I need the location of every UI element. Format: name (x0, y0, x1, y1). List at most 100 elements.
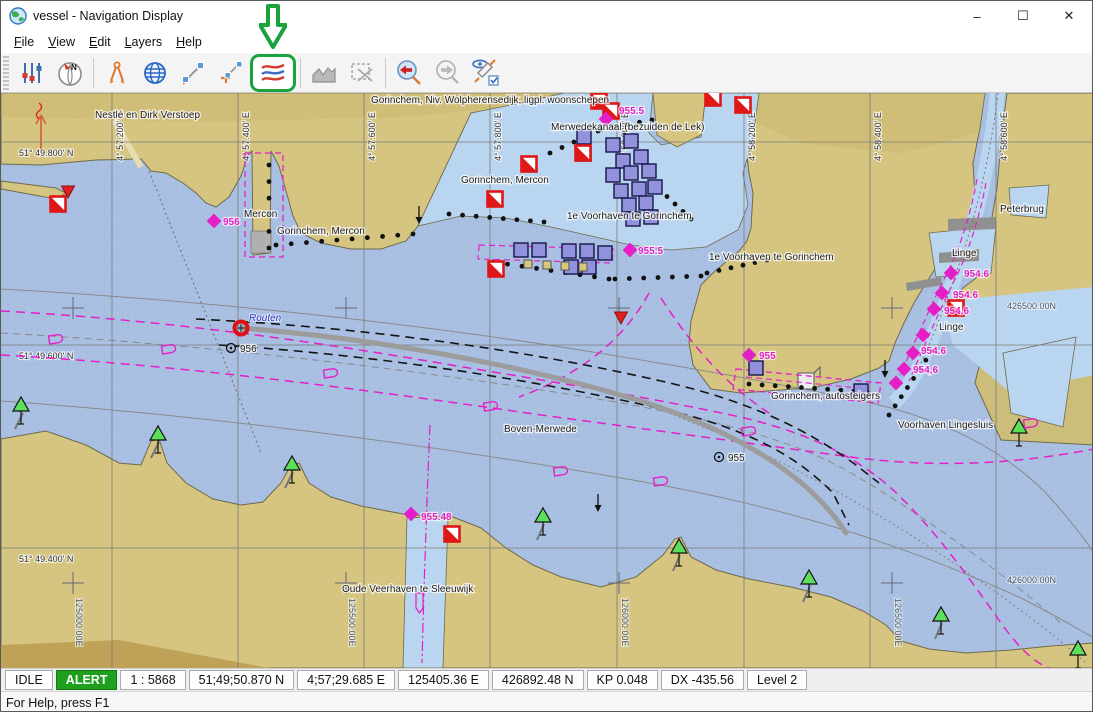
menu-layers[interactable]: Layers (118, 33, 170, 51)
measure-distance-icon (180, 60, 206, 86)
km-label: 954.6 (944, 306, 969, 317)
svg-text:955: 955 (728, 453, 745, 464)
layer-visibility-icon (469, 58, 501, 88)
svg-text:4° 57.400' E: 4° 57.400' E (241, 112, 251, 161)
svg-text:N: N (71, 63, 77, 72)
km-label: 954.6 (964, 269, 989, 280)
place-label: 1e Voorhaven te Gorinchem (567, 211, 692, 222)
green-annotation-arrow (259, 4, 287, 50)
area-graph-button[interactable] (305, 55, 343, 91)
menu-edit[interactable]: Edit (82, 33, 118, 51)
place-label: Gorinchem, Mercon (277, 226, 365, 237)
place-label: Linge (952, 248, 977, 259)
building-square (624, 166, 638, 180)
waterways-icon (259, 59, 287, 87)
place-label: Gorinchem, autosteigers (771, 391, 880, 402)
status-cell-125405-36-e: 125405.36 E (398, 670, 489, 690)
status-cell-426892-48-n: 426892.48 N (492, 670, 584, 690)
dividers-icon (104, 60, 130, 86)
km-label: 955.5 (619, 106, 644, 117)
application-window: vessel - Navigation Display –☐✕ FileView… (0, 0, 1093, 712)
place-label: Peterbrug (1000, 204, 1044, 215)
toolbar: N (1, 53, 1092, 93)
km-label: 955.48 (421, 512, 452, 523)
status-cell-1-5868: 1 : 5868 (120, 670, 185, 690)
svg-text:126500.00E: 126500.00E (893, 598, 903, 647)
dividers-button[interactable] (98, 55, 136, 91)
building-square (624, 134, 638, 148)
svg-text:126000.00E: 126000.00E (620, 598, 630, 647)
km-label: 955.5 (638, 246, 663, 257)
building-square (622, 198, 636, 212)
chart-map-view[interactable]: 4° 57.200' E4° 57.400' E4° 57.600' E4° 5… (1, 93, 1093, 668)
select-region-icon (348, 60, 376, 86)
help-bar: For Help, press F1 (1, 691, 1092, 712)
app-globe-icon (9, 7, 27, 25)
close-button[interactable]: ✕ (1046, 1, 1092, 31)
svg-text:125000.00E: 125000.00E (74, 598, 84, 647)
place-label: Gorinchem, Mercon (461, 175, 549, 186)
toolbar-separator (300, 58, 301, 88)
building-square (580, 244, 594, 258)
status-cell-dx-435-56: DX -435.56 (661, 670, 744, 690)
layer-visibility-button[interactable] (466, 55, 504, 91)
status-cell-idle: IDLE (5, 670, 53, 690)
place-label: Voorhaven Lingesluis (898, 420, 993, 431)
svg-text:51° 49.800' N: 51° 49.800' N (19, 148, 73, 158)
svg-text:426500.00N: 426500.00N (1007, 301, 1056, 311)
svg-text:4° 58.600' E: 4° 58.600' E (999, 112, 1009, 161)
place-label: Boven-Merwede (504, 424, 577, 435)
building-square (642, 164, 656, 178)
place-label: Nestlé en Dirk Verstoep (95, 110, 200, 121)
building-square (606, 138, 620, 152)
status-cell-alert: ALERT (56, 670, 118, 690)
display-settings-button[interactable] (13, 55, 51, 91)
building-square (749, 361, 763, 375)
menu-file[interactable]: File (7, 33, 41, 51)
km-label: 954,6 (913, 365, 938, 376)
compass-icon: N (56, 59, 84, 87)
svg-text:956: 956 (240, 344, 257, 355)
add-waypoint-button[interactable] (212, 55, 250, 91)
zoom-previous-button[interactable] (390, 55, 428, 91)
display-settings-icon (19, 60, 45, 86)
place-label: Merwedekanaal (bezuiden de Lek) (551, 122, 704, 133)
place-label: Gorinchem, Niv. Wolpherensedijk, ligpl. … (371, 95, 609, 106)
area-graph-icon (310, 60, 338, 86)
svg-text:51° 49.400' N: 51° 49.400' N (19, 554, 73, 564)
toolbar-separator (93, 58, 94, 88)
waterways-button[interactable] (250, 54, 296, 92)
minimize-button[interactable]: – (954, 1, 1000, 31)
peterbrug-bridge (948, 217, 996, 231)
maximize-button[interactable]: ☐ (1000, 1, 1046, 31)
globe-icon (142, 60, 168, 86)
km-label: 955 (759, 351, 776, 362)
svg-text:426000.00N: 426000.00N (1007, 575, 1056, 585)
zoom-next-icon (432, 58, 462, 88)
globe-button[interactable] (136, 55, 174, 91)
svg-text:4° 58.400' E: 4° 58.400' E (873, 112, 883, 161)
svg-text:4° 58.200' E: 4° 58.200' E (747, 112, 757, 161)
km-label: 954.6 (921, 346, 946, 357)
select-region-button[interactable] (343, 55, 381, 91)
building-square (614, 184, 628, 198)
toolbar-separator (385, 58, 386, 88)
add-waypoint-icon (218, 60, 244, 86)
building-square (606, 168, 620, 182)
building-square (632, 182, 646, 196)
status-cell-51-49-50-870-n: 51;49;50.870 N (189, 670, 295, 690)
km-label: 956 (223, 217, 240, 228)
menu-view[interactable]: View (41, 33, 82, 51)
measure-distance-button[interactable] (174, 55, 212, 91)
compass-button[interactable]: N (51, 55, 89, 91)
status-bar: IDLEALERT1 : 586851;49;50.870 N4;57;29.6… (1, 668, 1092, 691)
vessel-label: Routen (249, 313, 282, 324)
building-square (532, 243, 546, 257)
title-bar[interactable]: vessel - Navigation Display –☐✕ (1, 1, 1092, 31)
place-label: Mercon (244, 209, 277, 220)
building-square (514, 243, 528, 257)
toolbar-gripper[interactable] (3, 56, 9, 90)
menu-help[interactable]: Help (169, 33, 209, 51)
zoom-next-button[interactable] (428, 55, 466, 91)
building-square (634, 150, 648, 164)
